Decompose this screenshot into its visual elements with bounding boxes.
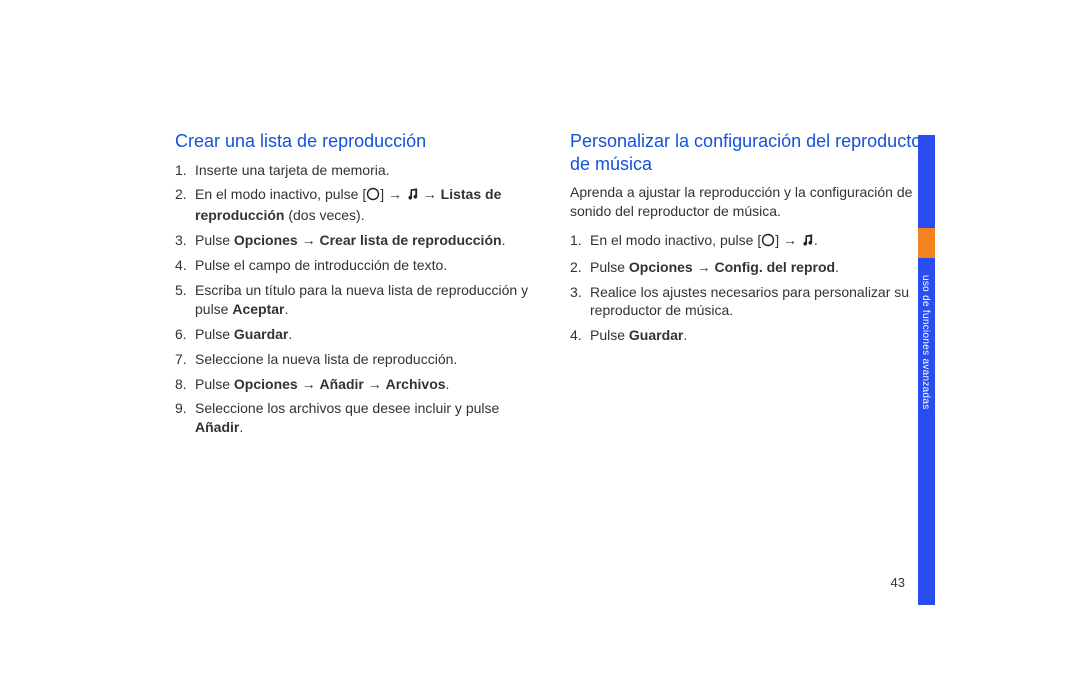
step-number: 5. [175, 281, 195, 319]
step-number: 3. [570, 283, 590, 321]
page-content: Crear una lista de reproducción 1. Inser… [175, 130, 935, 443]
music-icon [406, 187, 419, 206]
left-column: Crear una lista de reproducción 1. Inser… [175, 130, 540, 443]
side-tab-accent [918, 228, 935, 258]
step-text: Pulse Opciones → Crear lista de reproduc… [195, 231, 540, 250]
list-item: 3. Pulse Opciones → Crear lista de repro… [175, 231, 540, 250]
list-item: 2. En el modo inactivo, pulse [] → → Lis… [175, 185, 540, 225]
step-number: 4. [570, 326, 590, 345]
right-lead: Aprenda a ajustar la reproducción y la c… [570, 183, 935, 221]
step-text: Escriba un título para la nueva lista de… [195, 281, 540, 319]
left-list: 1. Inserte una tarjeta de memoria. 2. En… [175, 161, 540, 438]
page-number: 43 [891, 575, 905, 590]
step-number: 9. [175, 399, 195, 437]
circle-icon [366, 187, 380, 206]
step-text: En el modo inactivo, pulse [] → → Listas… [195, 185, 540, 225]
step-text: Pulse Opciones → Añadir → Archivos. [195, 375, 540, 394]
list-item: 7. Seleccione la nueva lista de reproduc… [175, 350, 540, 369]
step-text: Pulse Guardar. [590, 326, 935, 345]
right-heading: Personalizar la configuración del reprod… [570, 130, 935, 175]
step-text: Pulse Opciones → Config. del reprod. [590, 258, 935, 277]
list-item: 9. Seleccione los archivos que desee inc… [175, 399, 540, 437]
step-number: 8. [175, 375, 195, 394]
step-text: Pulse Guardar. [195, 325, 540, 344]
step-text: En el modo inactivo, pulse [] → . [590, 231, 935, 252]
right-column: Personalizar la configuración del reprod… [570, 130, 935, 443]
step-number: 1. [175, 161, 195, 180]
step-number: 1. [570, 231, 590, 252]
list-item: 6. Pulse Guardar. [175, 325, 540, 344]
list-item: 2. Pulse Opciones → Config. del reprod. [570, 258, 935, 277]
list-item: 5. Escriba un título para la nueva lista… [175, 281, 540, 319]
step-number: 2. [175, 185, 195, 225]
step-number: 3. [175, 231, 195, 250]
step-text: Pulse el campo de introducción de texto. [195, 256, 540, 275]
side-tab [918, 135, 935, 605]
circle-icon [761, 233, 775, 252]
list-item: 1. Inserte una tarjeta de memoria. [175, 161, 540, 180]
step-text: Seleccione los archivos que desee inclui… [195, 399, 540, 437]
step-number: 6. [175, 325, 195, 344]
list-item: 4. Pulse Guardar. [570, 326, 935, 345]
step-number: 7. [175, 350, 195, 369]
list-item: 4. Pulse el campo de introducción de tex… [175, 256, 540, 275]
step-number: 2. [570, 258, 590, 277]
step-text: Inserte una tarjeta de memoria. [195, 161, 540, 180]
music-icon [801, 233, 814, 252]
step-text: Seleccione la nueva lista de reproducció… [195, 350, 540, 369]
left-heading: Crear una lista de reproducción [175, 130, 540, 153]
step-text: Realice los ajustes necesarios para pers… [590, 283, 935, 321]
list-item: 1. En el modo inactivo, pulse [] → . [570, 231, 935, 252]
step-number: 4. [175, 256, 195, 275]
right-list: 1. En el modo inactivo, pulse [] → . 2. … [570, 231, 935, 345]
list-item: 8. Pulse Opciones → Añadir → Archivos. [175, 375, 540, 394]
list-item: 3. Realice los ajustes necesarios para p… [570, 283, 935, 321]
